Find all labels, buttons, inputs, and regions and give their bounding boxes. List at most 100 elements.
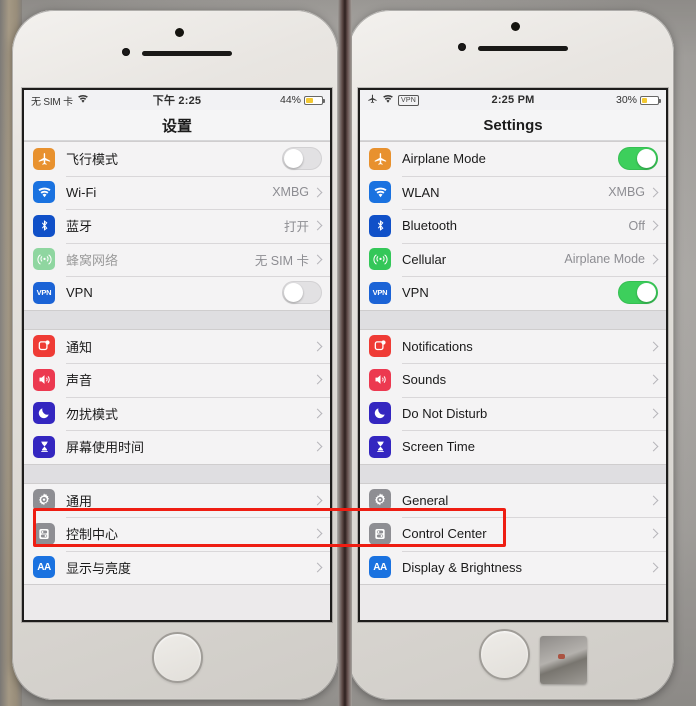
phone-right: VPN 2:25 PM 30% Settings Airplane Mode WLAN XM… [348, 10, 674, 700]
vpn-icon: VPN [369, 281, 391, 304]
settings-row-control: 无 SIM 卡 [255, 250, 330, 269]
battery-icon [640, 95, 661, 105]
settings-row-label: Display & Brightness [402, 559, 522, 575]
settings-row[interactable]: 屏幕使用时间 [24, 430, 330, 464]
settings-group: Notifications Sounds Do Not Disturb Screen … [360, 328, 666, 465]
settings-row[interactable]: Cellular Airplane Mode [360, 242, 666, 276]
settings-row[interactable]: 通用 [24, 483, 330, 517]
settings-row-label: Wi-Fi [66, 184, 97, 200]
settings-row[interactable]: AA 显示与亮度 [24, 550, 330, 584]
settings-row-label: VPN [402, 285, 429, 301]
proximity-sensor-icon [458, 43, 466, 51]
earpiece-speaker [142, 51, 232, 56]
do-not-disturb-icon [33, 402, 55, 425]
phone-gap-shadow [338, 0, 352, 706]
battery-percent-label: 44% [279, 94, 301, 106]
settings-row-control [312, 341, 330, 352]
settings-row[interactable]: Wi-Fi XMBG [24, 175, 330, 209]
settings-row-label: 控制中心 [66, 527, 119, 543]
settings-row-control [648, 374, 666, 385]
settings-row[interactable]: Bluetooth Off [360, 209, 666, 243]
bluetooth-icon [33, 214, 55, 237]
toggle-switch[interactable] [618, 147, 658, 171]
general-gear-icon [33, 489, 55, 512]
chevron-right-icon [312, 441, 323, 452]
battery-fill [306, 97, 313, 103]
settings-row-control [648, 408, 666, 419]
settings-row-label: General [402, 492, 449, 508]
earpiece-speaker [478, 46, 568, 51]
home-button-left[interactable] [152, 632, 203, 683]
settings-row[interactable]: Do Not Disturb [360, 396, 666, 430]
settings-row[interactable]: Airplane Mode [360, 142, 666, 176]
toggle-switch[interactable] [282, 147, 322, 171]
settings-row[interactable]: Control Center [360, 517, 666, 551]
settings-row[interactable]: VPN VPN [24, 276, 330, 310]
settings-row-control [648, 441, 666, 452]
settings-row[interactable]: 勿扰模式 [24, 396, 330, 430]
settings-row-value: 打开 [283, 220, 309, 235]
settings-row[interactable]: VPN VPN [360, 276, 666, 310]
settings-row-label: 蜂窝网络 [66, 252, 119, 268]
settings-row[interactable]: 飞行模式 [24, 142, 330, 176]
settings-row[interactable]: General [360, 483, 666, 517]
settings-row[interactable]: Sounds [360, 363, 666, 397]
settings-row[interactable]: Screen Time [360, 430, 666, 464]
status-bar-right: 30% [616, 94, 661, 106]
chevron-right-icon [312, 254, 323, 265]
front-camera-icon [175, 28, 184, 37]
settings-row-value: Airplane Mode [564, 252, 645, 267]
phone-left: 无 SIM 卡下午 2:25 44% 设置 飞行模式 Wi-Fi XMBG 蓝牙 打开 蜂窝网络… [12, 10, 338, 700]
group-separator [24, 464, 330, 483]
nav-title: Settings [360, 110, 666, 141]
settings-row[interactable]: 通知 [24, 329, 330, 363]
settings-row-control [282, 147, 330, 171]
battery-fill [642, 97, 647, 103]
settings-row-label: Cellular [402, 251, 447, 267]
settings-row[interactable]: 蓝牙 打开 [24, 209, 330, 243]
settings-row[interactable]: 蜂窝网络 无 SIM 卡 [24, 242, 330, 276]
screen-time-icon [33, 435, 55, 458]
settings-row[interactable]: WLAN XMBG [360, 175, 666, 209]
settings-row-control [312, 562, 330, 573]
screen-left[interactable]: 无 SIM 卡下午 2:25 44% 设置 飞行模式 Wi-Fi XMBG 蓝牙 打开 蜂窝网络… [22, 88, 332, 622]
settings-row-control [648, 562, 666, 573]
settings-row[interactable]: Notifications [360, 329, 666, 363]
settings-group: General Control Center AA Display & Brightn… [360, 482, 666, 585]
status-bar: VPN 2:25 PM 30% [360, 90, 666, 110]
screen-right[interactable]: VPN 2:25 PM 30% Settings Airplane Mode WLAN XM… [358, 88, 668, 622]
toggle-switch[interactable] [618, 281, 658, 305]
chevron-right-icon [648, 495, 659, 506]
chevron-right-icon [648, 408, 659, 419]
settings-row-value: XMBG [272, 185, 309, 200]
chevron-right-icon [648, 341, 659, 352]
settings-row-control [648, 528, 666, 539]
sounds-icon [33, 368, 55, 391]
proximity-sensor-icon [122, 48, 130, 56]
settings-row-label: 显示与亮度 [66, 560, 132, 576]
chevron-right-icon [648, 254, 659, 265]
home-button-right[interactable] [479, 629, 530, 680]
settings-row-value: Off [628, 218, 645, 233]
front-camera-icon [511, 22, 520, 31]
settings-row[interactable]: 声音 [24, 363, 330, 397]
settings-row[interactable]: 控制中心 [24, 517, 330, 551]
settings-row-label: Do Not Disturb [402, 405, 488, 421]
wifi-icon [369, 181, 391, 204]
settings-row-label: Notifications [402, 338, 473, 354]
settings-row-label: 通用 [66, 493, 93, 509]
settings-row-control [312, 441, 330, 452]
vpn-icon: VPN [33, 281, 55, 304]
general-gear-icon [369, 489, 391, 512]
settings-row-control [618, 281, 666, 305]
toggle-knob [637, 283, 656, 303]
settings-row-control [312, 408, 330, 419]
settings-row[interactable]: AA Display & Brightness [360, 550, 666, 584]
settings-row-label: 通知 [66, 339, 93, 355]
toggle-switch[interactable] [282, 281, 322, 305]
settings-group: 通知声音 勿扰模式屏幕使用时间 [24, 328, 330, 465]
chevron-right-icon [312, 495, 323, 506]
display-brightness-icon: AA [369, 556, 391, 579]
chevron-right-icon [648, 528, 659, 539]
settings-row-label: 屏幕使用时间 [66, 440, 145, 456]
